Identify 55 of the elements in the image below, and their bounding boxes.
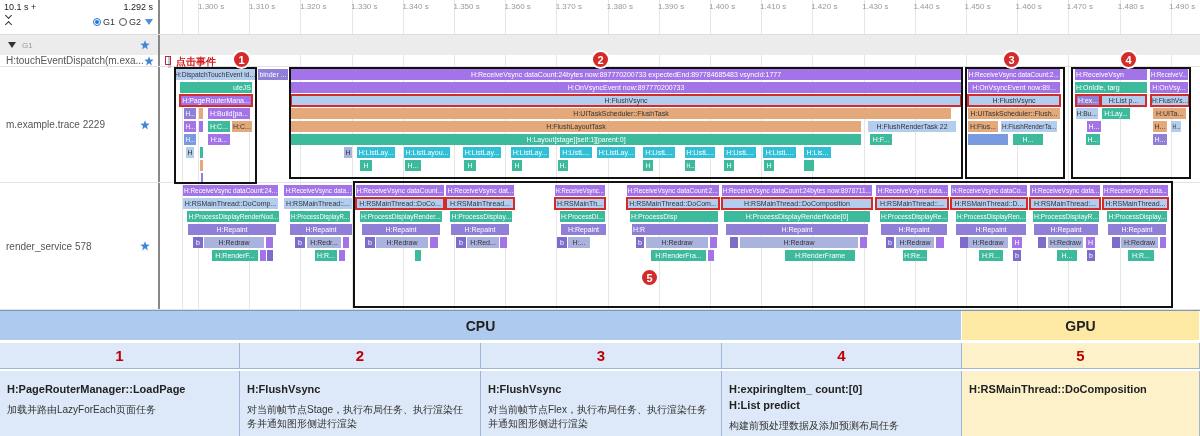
column-number: 5	[962, 342, 1200, 369]
description-text: 对当前帧节点Stage，执行布局任务、执行渲染任务并通知图形侧进行渲染	[247, 403, 465, 432]
tick-label: 1.490 s	[1168, 2, 1196, 11]
tick-label: 1.460 s	[1015, 2, 1042, 11]
tick-label: 1.410 s	[760, 2, 787, 11]
tick-label: 1.470 s	[1066, 2, 1093, 11]
column-number: 3	[481, 342, 722, 369]
slice-bar[interactable]	[168, 57, 171, 68]
click-marker	[165, 56, 171, 65]
annotation-label: 点击事件	[176, 55, 216, 69]
star-icon[interactable]	[140, 241, 150, 251]
radio-option[interactable]: G2	[119, 17, 141, 27]
tick-label: 1.360 s	[504, 2, 531, 11]
radio-option[interactable]: G1	[92, 17, 115, 27]
function-name: H:PageRouterManager::LoadPage	[7, 383, 187, 396]
tick-label: 1.350 s	[453, 2, 480, 11]
function-name: H:FlushVsync	[488, 383, 563, 396]
function-name: H:List predict	[729, 399, 801, 412]
tick-label: 1.380 s	[606, 2, 634, 11]
table-header: GPU	[962, 311, 1200, 340]
star-icon[interactable]	[140, 119, 150, 130]
expand-icon[interactable]	[8, 42, 16, 48]
range-start: 10.1 s +	[4, 2, 37, 12]
group-label: G1	[22, 40, 34, 50]
tick-label: 1.420 s	[811, 2, 838, 11]
column-number: 2	[240, 342, 481, 369]
track-name: render_service 578	[6, 240, 93, 252]
tick-label: 1.430 s	[862, 2, 889, 11]
tick-label: 1.450 s	[964, 2, 991, 11]
tick-label: 1.340 s	[402, 2, 429, 11]
track-name: m.example.trace 2229	[6, 119, 106, 130]
function-name: H:expiringItem_ count:[0]	[729, 383, 864, 396]
tick-label: 1.440 s	[913, 2, 940, 11]
tick-label: 1.390 s	[657, 2, 685, 11]
description-text: 加载并路由LazyForEach页面任务	[7, 403, 157, 418]
tick-label: 1.400 s	[709, 2, 736, 11]
description-text: 对当前帧节点Flex，执行布局任务、执行渲染任务并通知图形侧进行渲染	[488, 403, 708, 432]
tick-label: 1.480 s	[1117, 2, 1145, 11]
tick-label: 1.320 s	[300, 2, 327, 11]
tick-label: 1.300 s	[198, 2, 225, 11]
column-number: 1	[0, 342, 240, 369]
track-name: H:touchEventDispatch(m.exa...	[6, 55, 144, 66]
description-text: 构建前预处理数据及添加预测布局任务	[729, 419, 900, 434]
star-icon[interactable]	[140, 40, 150, 50]
dropdown-icon[interactable]	[145, 19, 153, 25]
star-icon[interactable]	[143, 55, 154, 66]
function-name: H:FlushVsync	[247, 383, 322, 396]
tick-label: 1.370 s	[555, 2, 582, 11]
number-badge: 5	[640, 268, 659, 287]
range-end: 1.292 s	[123, 2, 153, 12]
function-name: H:RSMainThread::DoComposition	[969, 383, 1148, 396]
column-number: 4	[722, 342, 962, 369]
table-header: CPU	[0, 311, 962, 340]
tick-label: 1.330 s	[351, 2, 378, 11]
tick-label: 1.310 s	[249, 2, 276, 11]
